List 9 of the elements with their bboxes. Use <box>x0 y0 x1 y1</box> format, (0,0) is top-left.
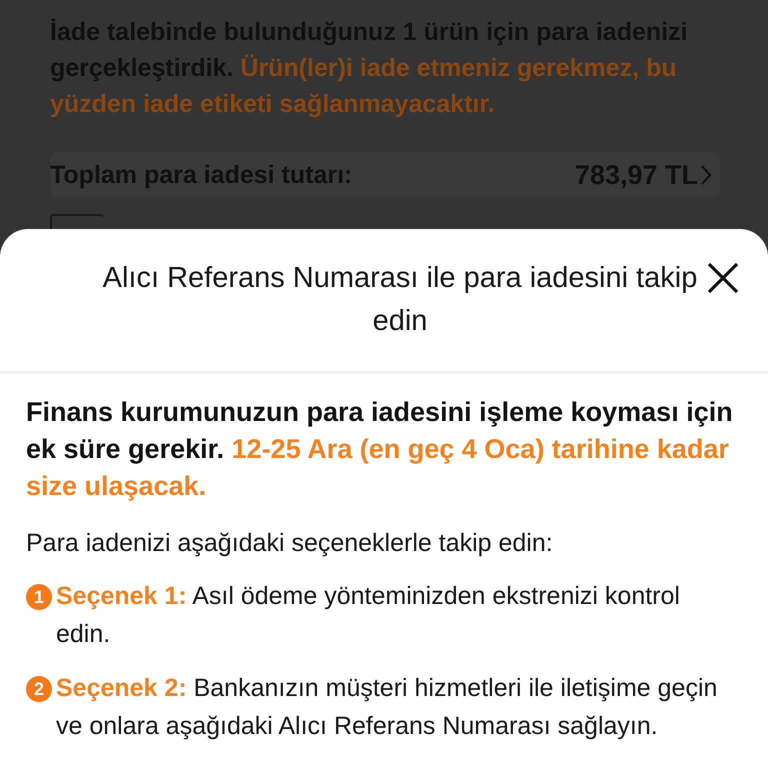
options-intro: Para iadenizi aşağıdaki seçeneklerle takip edin: <box>26 528 554 559</box>
sheet-title: Alıcı Referans Numarası ile para iadesini takip edin <box>102 261 698 339</box>
close-icon[interactable] <box>706 261 740 295</box>
option-text: Seçenek 1: Asıl ödeme yönteminizden ekstrenizi kontrol edin. <box>56 581 681 650</box>
processing-notice: Finans kurumunuzun para iadesini işleme koyması için ek süre gerekir. 12-25 Ara (en geç 4 Oca) tarihine kadar size ulaşacak. <box>26 396 734 503</box>
chevron-right-icon <box>700 164 712 186</box>
number-badge: 2 <box>26 676 52 702</box>
option-text: Seçenek 2: Bankanızın müşteri hizmetleri ile iletişime geçin ve onlara aşağıdaki Alıcı Referans Numarası sağlayın. <box>56 673 718 742</box>
number-badge: 1 <box>26 584 52 610</box>
